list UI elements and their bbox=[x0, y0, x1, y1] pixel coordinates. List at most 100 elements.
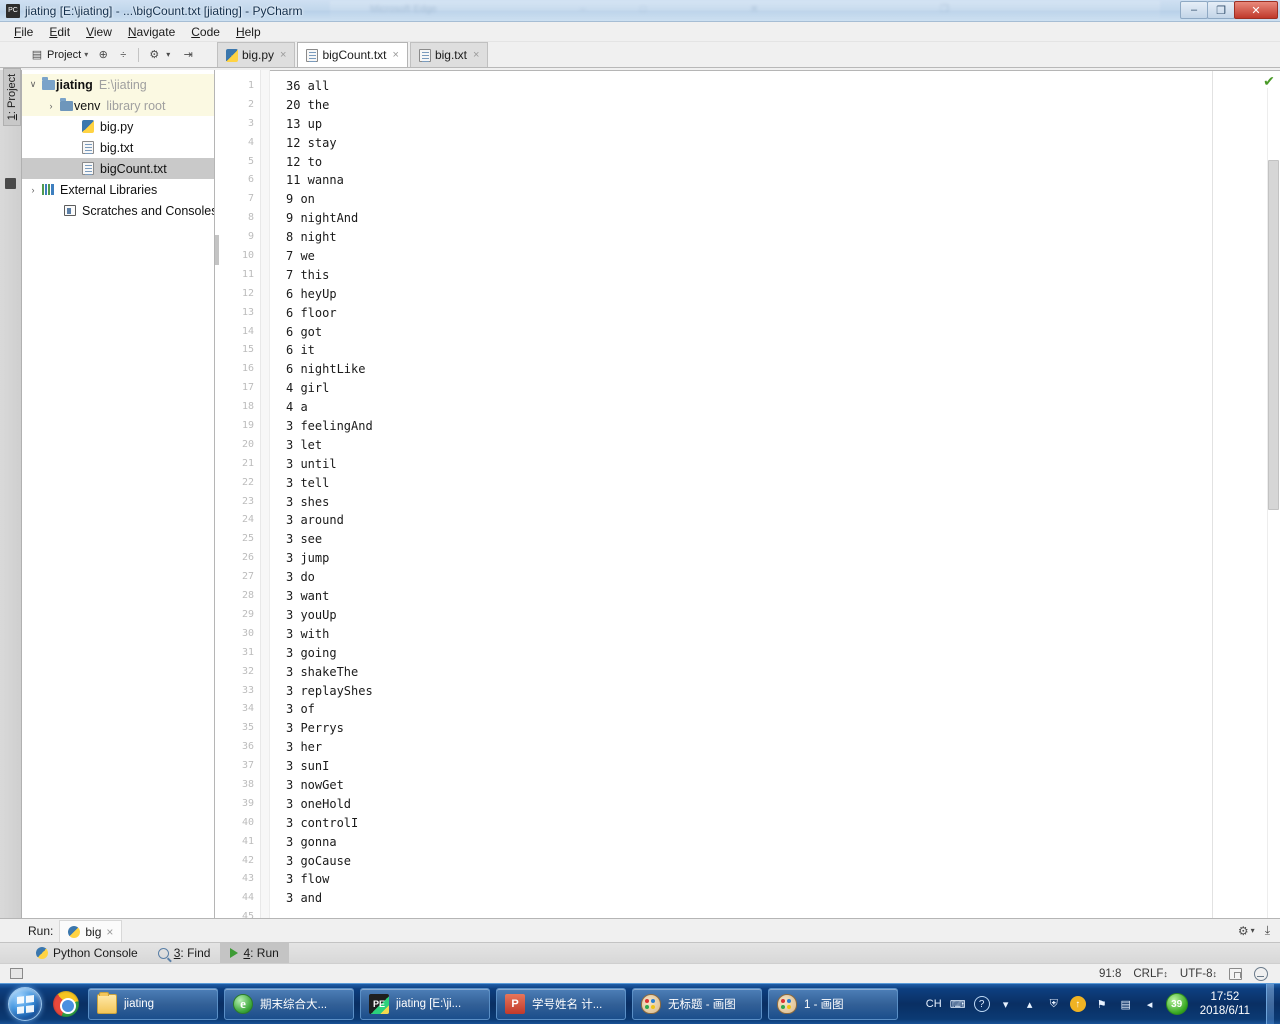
flag-icon[interactable]: ⚑ bbox=[1094, 996, 1110, 1012]
minimize-button[interactable]: – bbox=[1180, 1, 1208, 19]
hide-panel-icon[interactable]: ⇥ bbox=[181, 48, 195, 62]
code-line[interactable]: 3 do bbox=[262, 568, 373, 587]
tree-item-venv[interactable]: › venv library root bbox=[22, 95, 214, 116]
line-separator[interactable]: CRLF↕ bbox=[1133, 968, 1168, 980]
chevron-down-icon[interactable]: ∨ bbox=[26, 79, 40, 90]
help-icon[interactable]: ? bbox=[973, 996, 990, 1012]
menu-edit[interactable]: Edit bbox=[41, 23, 78, 41]
code-line[interactable]: 7 we bbox=[262, 247, 373, 266]
code-line[interactable]: 3 and bbox=[262, 889, 373, 908]
code-line[interactable]: 3 of bbox=[262, 700, 373, 719]
taskbar-button-powerpoint[interactable]: P 学号姓名 计... bbox=[496, 988, 626, 1020]
editor-scrollbar[interactable] bbox=[1267, 88, 1280, 918]
code-line[interactable]: 12 stay bbox=[262, 134, 373, 153]
update-icon[interactable]: ↑ bbox=[1069, 996, 1086, 1012]
code-line[interactable]: 3 shakeThe bbox=[262, 663, 373, 682]
code-line[interactable]: 3 sunI bbox=[262, 757, 373, 776]
chevron-right-icon[interactable]: › bbox=[44, 101, 58, 111]
keyboard-icon[interactable]: ⌨ bbox=[950, 996, 966, 1012]
bottom-tab-run[interactable]: 4: Run bbox=[220, 943, 289, 963]
close-icon[interactable]: × bbox=[473, 49, 479, 61]
tree-item-bigcount-txt[interactable]: bigCount.txt bbox=[22, 158, 214, 179]
code-line[interactable]: 3 tell bbox=[262, 474, 373, 493]
volume-icon[interactable]: ◂ bbox=[1142, 996, 1158, 1012]
code-line[interactable]: 3 her bbox=[262, 738, 373, 757]
run-config-tab-big[interactable]: big × bbox=[59, 920, 123, 942]
taskbar-button-paint-untitled[interactable]: 无标题 - 画图 bbox=[632, 988, 762, 1020]
overflow-icon[interactable]: ▾ bbox=[998, 996, 1014, 1012]
settings-icon[interactable]: ⚙ bbox=[1238, 924, 1249, 938]
code-line[interactable]: 3 gonna bbox=[262, 833, 373, 852]
code-line[interactable]: 6 heyUp bbox=[262, 285, 373, 304]
code-line[interactable]: 3 feelingAnd bbox=[262, 417, 373, 436]
status-memory-indicator[interactable] bbox=[10, 968, 23, 979]
code-line[interactable]: 9 nightAnd bbox=[262, 209, 373, 228]
code-line[interactable]: 6 nightLike bbox=[262, 360, 373, 379]
caret-position[interactable]: 91:8 bbox=[1099, 968, 1121, 980]
settings-icon[interactable]: ⚙ bbox=[147, 48, 161, 62]
code-line[interactable]: 3 nowGet bbox=[262, 776, 373, 795]
tree-item-jiating[interactable]: ∨ jiating E:\jiating bbox=[22, 74, 214, 95]
code-line[interactable]: 3 see bbox=[262, 530, 373, 549]
taskbar-button-pycharm[interactable]: PE jiating [E:\ji... bbox=[360, 988, 490, 1020]
settings-caret-icon[interactable]: ▾ bbox=[161, 48, 175, 62]
hide-panel-icon[interactable]: ⤓ bbox=[1265, 923, 1270, 938]
code-line[interactable]: 8 night bbox=[262, 228, 373, 247]
code-line[interactable]: 3 going bbox=[262, 644, 373, 663]
editor-tab-bigcount-txt[interactable]: bigCount.txt × bbox=[297, 42, 408, 67]
code-line[interactable]: 7 this bbox=[262, 266, 373, 285]
code-line[interactable]: 6 got bbox=[262, 323, 373, 342]
code-line[interactable]: 6 floor bbox=[262, 304, 373, 323]
menu-file[interactable]: File bbox=[6, 23, 41, 41]
code-line[interactable]: 3 want bbox=[262, 587, 373, 606]
taskbar-button-edge[interactable]: 期末综合大... bbox=[224, 988, 354, 1020]
editor-text[interactable]: 36 all 20 the 13 up 12 stay 12 to 11 wanna 9 o… bbox=[262, 70, 373, 918]
ime-indicator[interactable]: CH bbox=[926, 998, 942, 1010]
code-editor[interactable]: 1 2 3 4 5 6 7 8 9 10 11 12 13 14 15 16 17 18 19 20 21 22 23 24 2… bbox=[215, 70, 1280, 918]
code-line[interactable]: 6 it bbox=[262, 341, 373, 360]
notification-badge[interactable]: 39 bbox=[1165, 993, 1188, 1015]
show-hidden-icon[interactable]: ▴ bbox=[1022, 996, 1038, 1012]
face-icon[interactable] bbox=[1254, 966, 1268, 981]
code-line[interactable]: 3 jump bbox=[262, 549, 373, 568]
network-icon[interactable]: ▤ bbox=[1118, 996, 1134, 1012]
code-line[interactable]: 3 controlI bbox=[262, 814, 373, 833]
close-icon[interactable]: × bbox=[106, 925, 113, 939]
code-line[interactable]: 4 girl bbox=[262, 379, 373, 398]
code-line[interactable]: 3 let bbox=[262, 436, 373, 455]
menu-view[interactable]: View bbox=[78, 23, 120, 41]
tree-item-scratches-and-consoles[interactable]: Scratches and Consoles bbox=[22, 200, 214, 221]
shield-icon[interactable]: ⛨ bbox=[1046, 996, 1062, 1012]
code-line[interactable]: 3 goCause bbox=[262, 852, 373, 871]
structure-icon[interactable] bbox=[5, 178, 16, 189]
code-line[interactable]: 3 with bbox=[262, 625, 373, 644]
code-line[interactable]: 13 up bbox=[262, 115, 373, 134]
close-icon[interactable]: × bbox=[393, 49, 399, 61]
settings-caret-icon[interactable]: ▾ bbox=[1251, 926, 1255, 935]
code-line[interactable]: 3 youUp bbox=[262, 606, 373, 625]
encoding[interactable]: UTF-8↕ bbox=[1180, 968, 1217, 980]
tree-item-big-py[interactable]: big.py bbox=[22, 116, 214, 137]
taskbar-button-jiating[interactable]: jiating bbox=[88, 988, 218, 1020]
target-icon[interactable]: ⊕ bbox=[96, 48, 110, 62]
code-line[interactable]: 3 replayShes bbox=[262, 682, 373, 701]
code-line[interactable]: 3 shes bbox=[262, 493, 373, 512]
code-line[interactable]: 36 all bbox=[262, 77, 373, 96]
code-line[interactable]: 4 a bbox=[262, 398, 373, 417]
inspection-ok-icon[interactable]: ✔ bbox=[1262, 74, 1276, 88]
code-line[interactable]: 12 to bbox=[262, 153, 373, 172]
close-button[interactable]: ✕ bbox=[1234, 1, 1278, 19]
chrome-icon[interactable] bbox=[53, 991, 79, 1017]
project-view-button[interactable]: ▤ Project ▾ bbox=[28, 47, 90, 63]
code-line[interactable]: 3 around bbox=[262, 511, 373, 530]
start-button[interactable] bbox=[3, 985, 47, 1023]
editor-tab-big-txt[interactable]: big.txt × bbox=[409, 42, 489, 67]
collapse-all-icon[interactable]: ÷ bbox=[116, 48, 130, 62]
code-line[interactable]: 3 Perrys bbox=[262, 719, 373, 738]
code-line[interactable]: 3 until bbox=[262, 455, 373, 474]
editor-scrollbar-thumb[interactable] bbox=[1268, 160, 1279, 510]
editor-tab-big-py[interactable]: big.py × bbox=[217, 42, 296, 67]
menu-navigate[interactable]: Navigate bbox=[120, 23, 183, 41]
bottom-tab-python-console[interactable]: Python Console bbox=[26, 943, 148, 963]
close-icon[interactable]: × bbox=[280, 49, 286, 61]
